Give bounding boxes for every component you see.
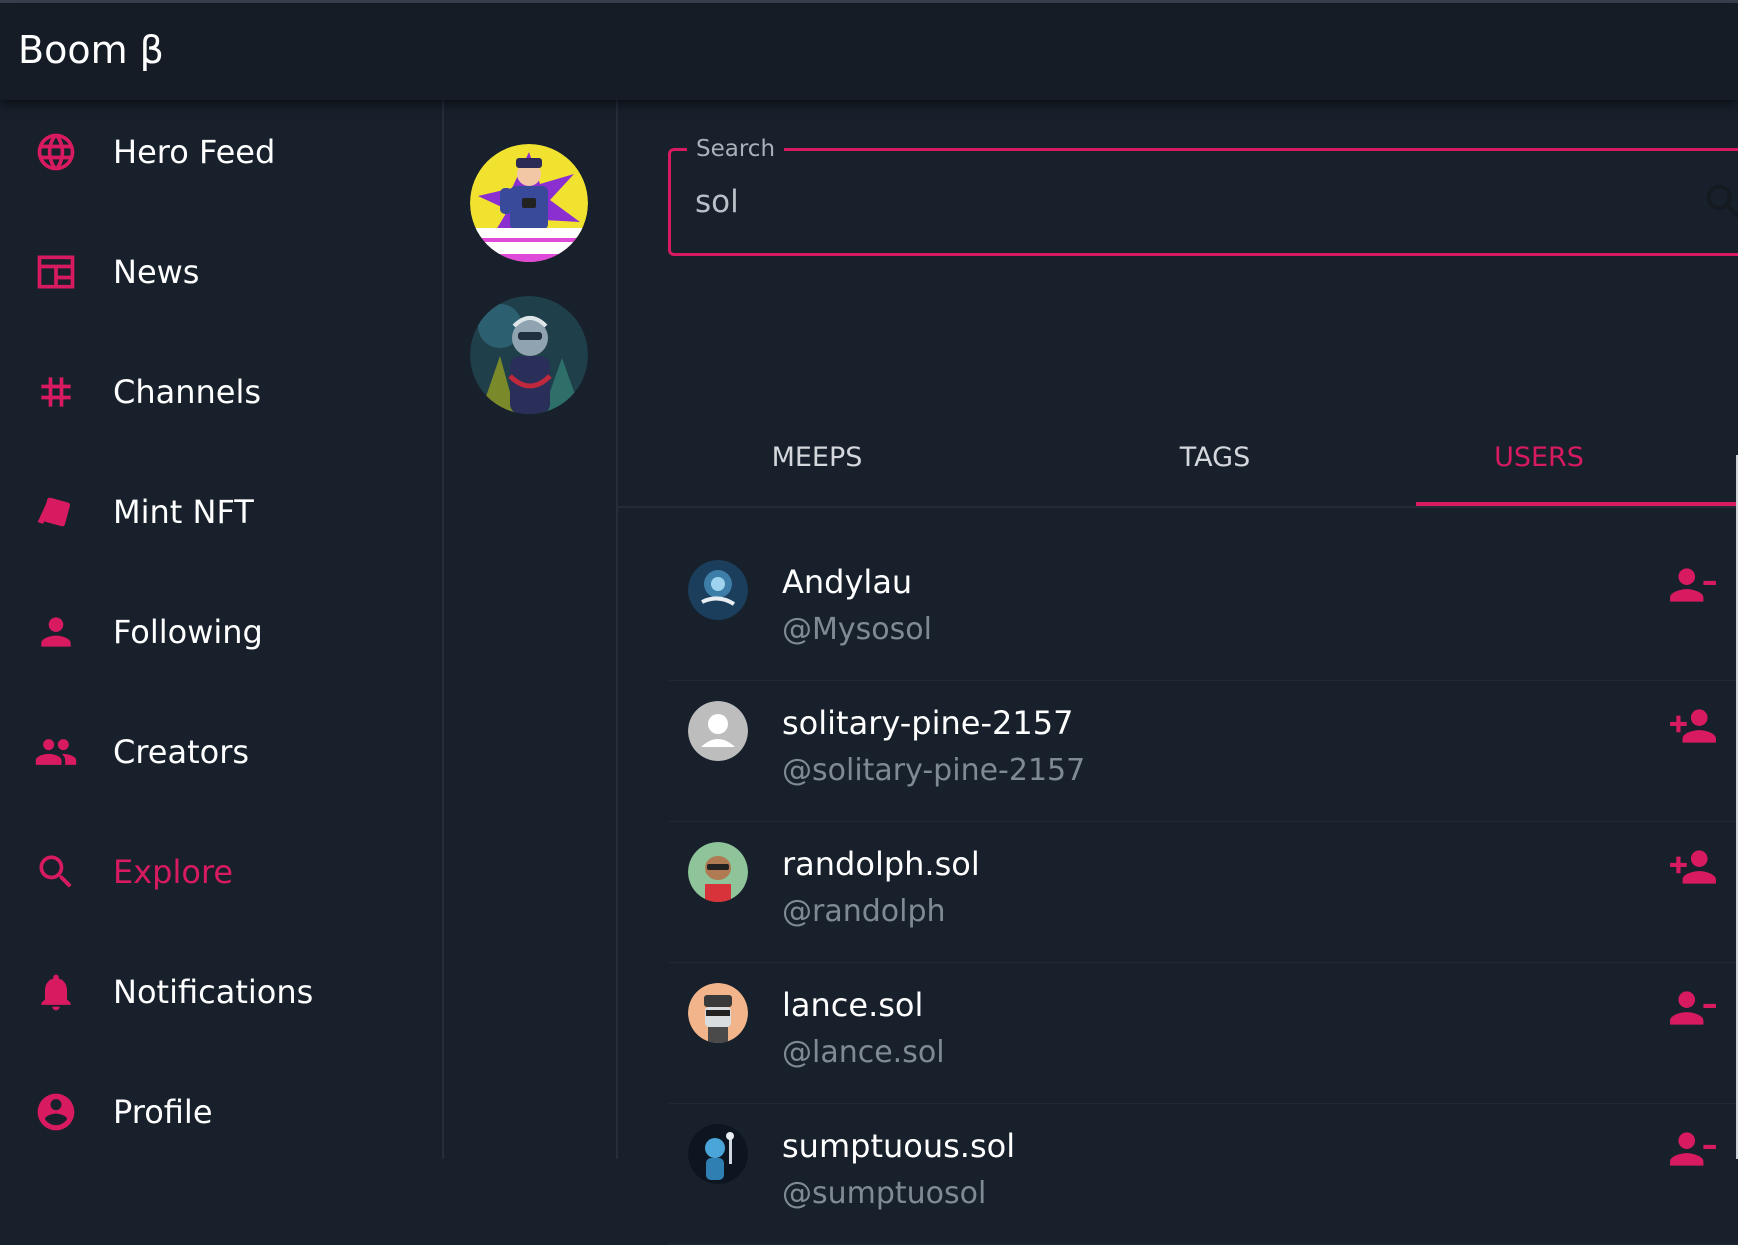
search-icon bbox=[34, 850, 78, 894]
user-name: lance.sol bbox=[782, 986, 924, 1024]
sidebar-item-hero-feed[interactable]: Hero Feed bbox=[0, 100, 442, 200]
avatar[interactable] bbox=[688, 560, 748, 620]
sidebar-item-label: Creators bbox=[113, 733, 250, 771]
unfollow-button[interactable] bbox=[1668, 562, 1718, 608]
user-handle: @solitary-pine-2157 bbox=[782, 753, 1086, 788]
app-title: Boom β bbox=[18, 28, 164, 72]
active-tab-indicator bbox=[1416, 502, 1738, 506]
follow-button[interactable] bbox=[1668, 844, 1718, 890]
sidebar-item-label: News bbox=[113, 253, 200, 291]
user-results-list: Andylau @Mysosol solitary-pine-2157 @sol… bbox=[668, 540, 1738, 1245]
bell-icon bbox=[34, 970, 78, 1014]
rail-avatar-comic[interactable] bbox=[470, 144, 588, 262]
list-item[interactable]: lance.sol @lance.sol bbox=[668, 963, 1738, 1104]
explore-panel: Search MEEPS TAGS USERS Andylau @Mysosol… bbox=[618, 100, 1738, 1245]
tab-users[interactable]: USERS bbox=[1340, 400, 1738, 506]
newspaper-icon bbox=[34, 250, 78, 294]
rail-avatar-hero[interactable] bbox=[470, 296, 588, 414]
hashtag-icon bbox=[34, 370, 78, 414]
user-name: sumptuous.sol bbox=[782, 1127, 1016, 1165]
search-field: Search bbox=[668, 135, 1738, 256]
tag-cards-icon bbox=[34, 490, 78, 534]
unfollow-button[interactable] bbox=[1668, 1126, 1718, 1172]
sidebar: Hero Feed News Channels Mint NFT Followi… bbox=[0, 100, 444, 1159]
sidebar-item-channels[interactable]: Channels bbox=[0, 340, 442, 440]
sidebar-item-profile[interactable]: Profile bbox=[0, 1060, 442, 1160]
sidebar-item-explore[interactable]: Explore bbox=[0, 820, 442, 920]
sidebar-item-notifications[interactable]: Notifications bbox=[0, 940, 442, 1040]
search-label: Search bbox=[687, 135, 785, 163]
account-circle-icon bbox=[34, 1090, 78, 1134]
user-handle: @Mysosol bbox=[782, 612, 932, 647]
user-name: solitary-pine-2157 bbox=[782, 704, 1074, 742]
sidebar-item-label: Following bbox=[113, 613, 263, 651]
avatar[interactable] bbox=[688, 842, 748, 902]
avatar[interactable] bbox=[688, 1124, 748, 1184]
follow-button[interactable] bbox=[1668, 703, 1718, 749]
search-input[interactable] bbox=[695, 177, 1655, 227]
user-handle: @randolph bbox=[782, 894, 946, 929]
list-item[interactable]: Andylau @Mysosol bbox=[668, 540, 1738, 681]
sidebar-item-label: Channels bbox=[113, 373, 262, 411]
sidebar-item-creators[interactable]: Creators bbox=[0, 700, 442, 800]
sidebar-item-label: Mint NFT bbox=[113, 493, 254, 531]
list-item[interactable]: solitary-pine-2157 @solitary-pine-2157 bbox=[668, 681, 1738, 822]
sidebar-item-label: Profile bbox=[113, 1093, 213, 1131]
list-item[interactable]: sumptuous.sol @sumptuosol bbox=[668, 1104, 1738, 1245]
sidebar-item-label: Notifications bbox=[113, 973, 314, 1011]
result-tabs: MEEPS TAGS USERS bbox=[618, 400, 1738, 508]
sidebar-item-label: Explore bbox=[113, 853, 234, 891]
user-name: randolph.sol bbox=[782, 845, 980, 883]
sidebar-item-following[interactable]: Following bbox=[0, 580, 442, 680]
person-icon bbox=[34, 610, 78, 654]
user-handle: @lance.sol bbox=[782, 1035, 945, 1070]
channel-rail bbox=[444, 100, 618, 1159]
sidebar-item-mint-nft[interactable]: Mint NFT bbox=[0, 460, 442, 560]
app-bar: Boom β bbox=[0, 3, 1738, 100]
people-icon bbox=[34, 730, 78, 774]
sidebar-item-label: Hero Feed bbox=[113, 133, 276, 171]
sidebar-item-news[interactable]: News bbox=[0, 220, 442, 320]
tab-meeps[interactable]: MEEPS bbox=[618, 400, 1016, 506]
search-icon[interactable] bbox=[1701, 179, 1738, 225]
avatar[interactable] bbox=[688, 701, 748, 761]
list-item[interactable]: randolph.sol @randolph bbox=[668, 822, 1738, 963]
globe-icon bbox=[34, 130, 78, 174]
user-name: Andylau bbox=[782, 563, 913, 601]
avatar[interactable] bbox=[688, 983, 748, 1043]
unfollow-button[interactable] bbox=[1668, 985, 1718, 1031]
user-handle: @sumptuosol bbox=[782, 1176, 987, 1211]
